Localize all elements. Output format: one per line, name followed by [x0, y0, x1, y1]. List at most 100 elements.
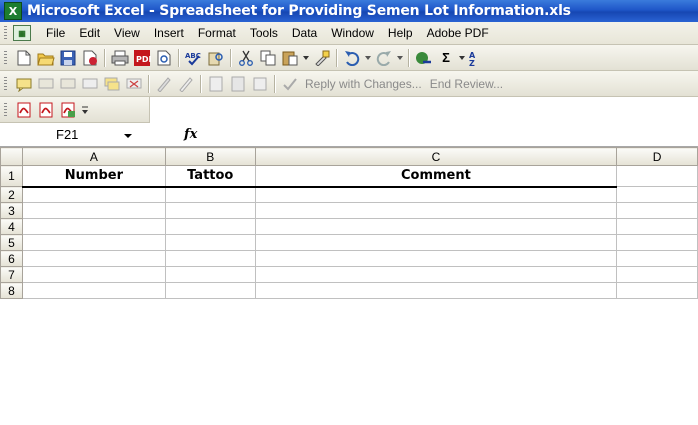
column-header-c[interactable]: C: [254, 147, 618, 166]
track-changes-icon[interactable]: [207, 75, 225, 93]
menu-edit[interactable]: Edit: [72, 26, 107, 40]
hyperlink-icon[interactable]: [415, 49, 433, 67]
menu-tools[interactable]: Tools: [243, 26, 285, 40]
dropdown-arrow-icon[interactable]: [303, 49, 309, 67]
menu-format[interactable]: Format: [191, 26, 243, 40]
cell[interactable]: [616, 250, 698, 267]
autosum-icon[interactable]: Σ: [439, 49, 453, 67]
cell[interactable]: [616, 266, 698, 283]
cell[interactable]: [164, 266, 256, 283]
cell[interactable]: [164, 186, 256, 203]
cell-d1[interactable]: [616, 165, 698, 187]
document-icon[interactable]: ▦: [13, 25, 31, 41]
cell[interactable]: [616, 218, 698, 235]
menu-data[interactable]: Data: [285, 26, 324, 40]
menu-help[interactable]: Help: [381, 26, 420, 40]
menu-view[interactable]: View: [107, 26, 147, 40]
cell[interactable]: [616, 186, 698, 203]
row-header-7[interactable]: 7: [0, 266, 23, 283]
update-file-icon[interactable]: [229, 75, 247, 93]
cell[interactable]: [21, 234, 166, 251]
select-all-corner[interactable]: [0, 147, 23, 166]
toolbar-grip-icon[interactable]: [4, 76, 7, 91]
cell-a1[interactable]: Number: [21, 165, 166, 188]
toolbar-grip-icon[interactable]: [4, 50, 7, 65]
undo-icon[interactable]: [343, 49, 361, 67]
cell[interactable]: [21, 202, 166, 219]
pdf-email-icon[interactable]: [37, 101, 55, 119]
cell[interactable]: [254, 202, 618, 219]
cell[interactable]: [21, 218, 166, 235]
cell[interactable]: [164, 202, 256, 219]
cell[interactable]: [254, 218, 618, 235]
cell[interactable]: [616, 234, 698, 251]
reply-changes-icon[interactable]: [281, 75, 299, 93]
cell[interactable]: [164, 282, 256, 299]
cell[interactable]: [21, 282, 166, 299]
cell[interactable]: [254, 234, 618, 251]
print-preview-icon[interactable]: [155, 49, 173, 67]
sort-icon[interactable]: AZ: [469, 49, 479, 67]
dropdown-arrow-icon[interactable]: [459, 49, 465, 67]
cell[interactable]: [21, 250, 166, 267]
row-header-3[interactable]: 3: [0, 202, 23, 219]
toolbar-grip-icon[interactable]: [4, 102, 7, 117]
pdf-review-icon[interactable]: [59, 101, 77, 119]
save-icon[interactable]: [59, 49, 77, 67]
toolbar-options-icon[interactable]: [81, 101, 89, 119]
cell-b1[interactable]: Tattoo: [164, 165, 256, 188]
next-comment-icon[interactable]: [59, 75, 77, 93]
open-icon[interactable]: [37, 49, 55, 67]
cell[interactable]: [21, 266, 166, 283]
insert-function-icon[interactable]: fx: [184, 127, 197, 142]
delete-ink-icon[interactable]: [177, 75, 195, 93]
print-icon[interactable]: [111, 49, 129, 67]
dropdown-arrow-icon[interactable]: [397, 49, 403, 67]
discussion-icon[interactable]: [251, 75, 269, 93]
cell[interactable]: [21, 186, 166, 203]
toolbar-grip-icon[interactable]: [4, 26, 7, 40]
row-header-1[interactable]: 1: [0, 165, 23, 187]
menu-insert[interactable]: Insert: [147, 26, 191, 40]
menu-adobe-pdf[interactable]: Adobe PDF: [420, 26, 496, 40]
spelling-icon[interactable]: ABC: [185, 49, 203, 67]
new-icon[interactable]: [15, 49, 33, 67]
cut-icon[interactable]: [237, 49, 255, 67]
menu-window[interactable]: Window: [324, 26, 381, 40]
column-header-a[interactable]: A: [21, 147, 166, 166]
cell[interactable]: [616, 202, 698, 219]
cell-c1[interactable]: Comment: [254, 165, 618, 188]
menu-file[interactable]: File: [39, 26, 72, 40]
row-header-5[interactable]: 5: [0, 234, 23, 251]
name-box[interactable]: F21: [8, 125, 138, 144]
redo-icon[interactable]: [375, 49, 393, 67]
cell[interactable]: [254, 250, 618, 267]
previous-comment-icon[interactable]: [37, 75, 55, 93]
cell[interactable]: [616, 282, 698, 299]
row-header-8[interactable]: 8: [0, 282, 23, 299]
show-comment-icon[interactable]: [81, 75, 99, 93]
copy-icon[interactable]: [259, 49, 277, 67]
format-painter-icon[interactable]: [313, 49, 331, 67]
excel-app-icon[interactable]: X: [4, 2, 22, 20]
name-box-dropdown-icon[interactable]: [124, 128, 132, 142]
cell[interactable]: [254, 266, 618, 283]
reply-with-changes-button[interactable]: Reply with Changes...: [305, 77, 422, 91]
permission-icon[interactable]: [81, 49, 99, 67]
column-header-b[interactable]: B: [164, 147, 256, 166]
new-comment-icon[interactable]: [15, 75, 33, 93]
row-header-6[interactable]: 6: [0, 250, 23, 267]
column-header-d[interactable]: D: [616, 147, 698, 166]
row-header-2[interactable]: 2: [0, 186, 23, 203]
show-all-comments-icon[interactable]: [103, 75, 121, 93]
pdf-convert-icon[interactable]: [15, 101, 33, 119]
cell[interactable]: [164, 234, 256, 251]
end-review-button[interactable]: End Review...: [430, 77, 503, 91]
dropdown-arrow-icon[interactable]: [365, 49, 371, 67]
pdf-icon[interactable]: PDF: [133, 49, 151, 67]
paste-icon[interactable]: [281, 49, 299, 67]
formula-input[interactable]: [207, 125, 698, 144]
research-icon[interactable]: [207, 49, 225, 67]
row-header-4[interactable]: 4: [0, 218, 23, 235]
delete-comment-icon[interactable]: [125, 75, 143, 93]
